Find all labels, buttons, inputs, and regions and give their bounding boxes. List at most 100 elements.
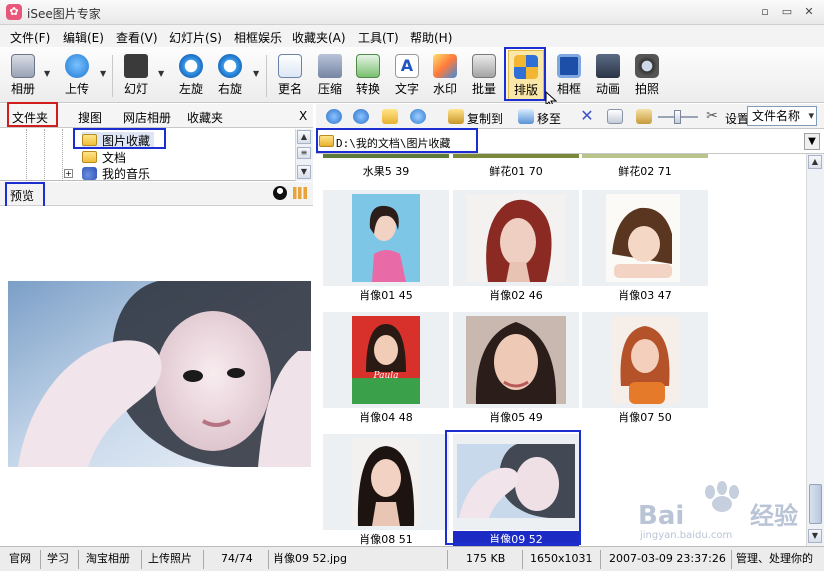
scroll-down-icon[interactable]: ▼ xyxy=(808,529,822,543)
thumbnail-grid: 水果5 39 鲜花01 70 鲜花02 71 肖像01 45 肖像02 46 肖… xyxy=(316,154,806,546)
zoom-slider-thumb[interactable] xyxy=(674,110,681,124)
refresh-icon[interactable] xyxy=(410,109,426,124)
thumbnail-partial xyxy=(582,154,708,158)
scroll-thumb[interactable]: ≡ xyxy=(297,147,311,159)
up-folder-icon[interactable] xyxy=(382,109,398,124)
thumbnail-scrollbar[interactable]: ▲ ▼ xyxy=(806,154,824,546)
status-bar: 官网 学习 淘宝相册 上传照片 74/74 肖像09 52.jpg 175 KB… xyxy=(0,546,824,571)
animation-icon xyxy=(596,54,620,78)
photo-button[interactable]: 拍照 xyxy=(629,50,665,100)
menu-slideshow[interactable]: 幻灯片(S) xyxy=(169,29,222,46)
settings-button[interactable]: 设置 xyxy=(725,110,749,127)
thumbnail-item[interactable]: 肖像05 49 xyxy=(453,312,579,424)
slideshow-button[interactable]: 幻灯 xyxy=(118,50,154,100)
text-button[interactable]: A 文字 xyxy=(389,50,425,100)
album-button[interactable]: 相册 xyxy=(6,50,40,100)
slideshow-dropdown-icon[interactable]: ▼ xyxy=(158,69,166,78)
sort-select[interactable]: 文件名称 xyxy=(747,106,817,126)
forward-arrow-icon[interactable] xyxy=(353,109,369,124)
batch-label: 批量 xyxy=(471,82,496,96)
thumbnail-label: 肖像03 47 xyxy=(618,289,672,302)
qq-icon[interactable] xyxy=(273,186,287,200)
menu-edit[interactable]: 编辑(E) xyxy=(63,29,104,46)
thumbnail-item[interactable]: Paula 肖像04 48 xyxy=(323,312,449,424)
thumbnail-partial xyxy=(323,154,449,158)
rotate-left-label: 左旋 xyxy=(178,82,203,96)
album-dropdown-icon[interactable]: ▼ xyxy=(44,69,52,78)
thumbnail-label[interactable]: 鲜花01 70 xyxy=(453,163,579,179)
upload-button[interactable]: 上传 xyxy=(60,50,94,100)
move-to-icon[interactable] xyxy=(518,109,534,124)
menu-help[interactable]: 帮助(H) xyxy=(410,29,452,46)
tab-favorites[interactable]: 收藏夹 xyxy=(187,109,223,126)
histogram-icon[interactable] xyxy=(293,187,307,199)
watermark-label: 水印 xyxy=(432,82,457,96)
watermark-button[interactable]: 水印 xyxy=(427,50,463,100)
upload-photo-link[interactable]: 上传照片 xyxy=(148,551,192,569)
scroll-up-icon[interactable]: ▲ xyxy=(297,130,311,144)
thumbnail-image xyxy=(466,194,566,282)
thumbnail-label[interactable]: 鲜花02 71 xyxy=(582,163,708,179)
batch-icon xyxy=(472,54,496,78)
copy-to-button[interactable]: 复制到 xyxy=(467,110,503,127)
close-panel-button[interactable]: X xyxy=(299,109,307,123)
batch-button[interactable]: 批量 xyxy=(466,50,502,100)
tab-shop-album[interactable]: 网店相册 xyxy=(123,109,171,126)
copy-to-icon[interactable] xyxy=(448,109,464,124)
tree-item-documents[interactable]: 文档 xyxy=(82,149,126,165)
maximize-button[interactable]: ▭ xyxy=(778,5,796,19)
tree-scrollbar[interactable]: ▲ ≡ ▼ xyxy=(295,129,313,181)
current-filename: 肖像09 52.jpg xyxy=(273,552,348,565)
tree-item-music[interactable]: 我的音乐 xyxy=(82,165,150,181)
thumbnail-image xyxy=(466,316,566,404)
frame-icon xyxy=(557,54,581,78)
menu-frame-fun[interactable]: 相框娱乐 xyxy=(234,29,282,46)
convert-label: 转换 xyxy=(355,82,380,96)
menu-file[interactable]: 文件(F) xyxy=(10,29,50,46)
rotate-left-button[interactable]: 左旋 xyxy=(174,50,208,100)
thumbnail-item[interactable]: 肖像08 51 xyxy=(323,434,449,546)
thumbnail-image xyxy=(606,194,680,282)
thumbnail-item[interactable]: 肖像01 45 xyxy=(323,190,449,302)
scroll-down-icon[interactable]: ▼ xyxy=(297,165,311,179)
tools-icon[interactable]: ✂ xyxy=(704,109,720,124)
thumbnail-item[interactable]: 肖像03 47 xyxy=(582,190,708,302)
status-separator xyxy=(600,550,601,569)
move-to-button[interactable]: 移至 xyxy=(537,110,561,127)
menu-view[interactable]: 查看(V) xyxy=(116,29,158,46)
thumbnail-item[interactable]: 肖像02 46 xyxy=(453,190,579,302)
status-separator xyxy=(447,550,448,569)
close-button[interactable]: ✕ xyxy=(800,5,818,19)
address-dropdown-icon[interactable]: ▼ xyxy=(804,133,820,150)
compress-icon xyxy=(318,54,342,78)
paste-icon[interactable] xyxy=(636,109,652,124)
official-site-link[interactable]: 官网 xyxy=(9,551,31,569)
upload-dropdown-icon[interactable]: ▼ xyxy=(100,69,108,78)
file-count: 74/74 xyxy=(221,552,253,565)
copy-icon[interactable] xyxy=(607,109,623,124)
delete-icon[interactable]: ✕ xyxy=(579,108,595,124)
scroll-up-icon[interactable]: ▲ xyxy=(808,155,822,169)
rotate-right-button[interactable]: 右旋 xyxy=(213,50,247,100)
rename-icon xyxy=(278,54,302,78)
thumbnail-item[interactable]: 肖像07 50 xyxy=(582,312,708,424)
expand-toggle[interactable]: + xyxy=(64,169,73,178)
rotate-dropdown-icon[interactable]: ▼ xyxy=(253,69,261,78)
convert-button[interactable]: 转换 xyxy=(350,50,386,100)
rotate-right-icon xyxy=(218,54,242,78)
compress-button[interactable]: 压缩 xyxy=(312,50,348,100)
menu-tools[interactable]: 工具(T) xyxy=(358,29,399,46)
thumbnail-label: 肖像04 48 xyxy=(359,411,413,424)
thumbnail-label[interactable]: 水果5 39 xyxy=(323,163,449,179)
tab-search-images[interactable]: 搜图 xyxy=(78,109,102,126)
file-datetime: 2007-03-09 23:37:26 xyxy=(609,552,726,565)
back-arrow-icon[interactable] xyxy=(326,109,342,124)
learn-link[interactable]: 学习 xyxy=(47,551,69,569)
scroll-thumb[interactable] xyxy=(809,484,822,524)
animation-button[interactable]: 动画 xyxy=(590,50,626,100)
taobao-album-link[interactable]: 淘宝相册 xyxy=(86,551,130,569)
minimize-button[interactable]: ▫ xyxy=(756,5,774,19)
menu-bar: 文件(F) 编辑(E) 查看(V) 幻灯片(S) 相框娱乐 收藏夹(A) 工具(… xyxy=(0,25,824,47)
rename-button[interactable]: 更名 xyxy=(272,50,308,100)
menu-favorites[interactable]: 收藏夹(A) xyxy=(292,29,346,46)
